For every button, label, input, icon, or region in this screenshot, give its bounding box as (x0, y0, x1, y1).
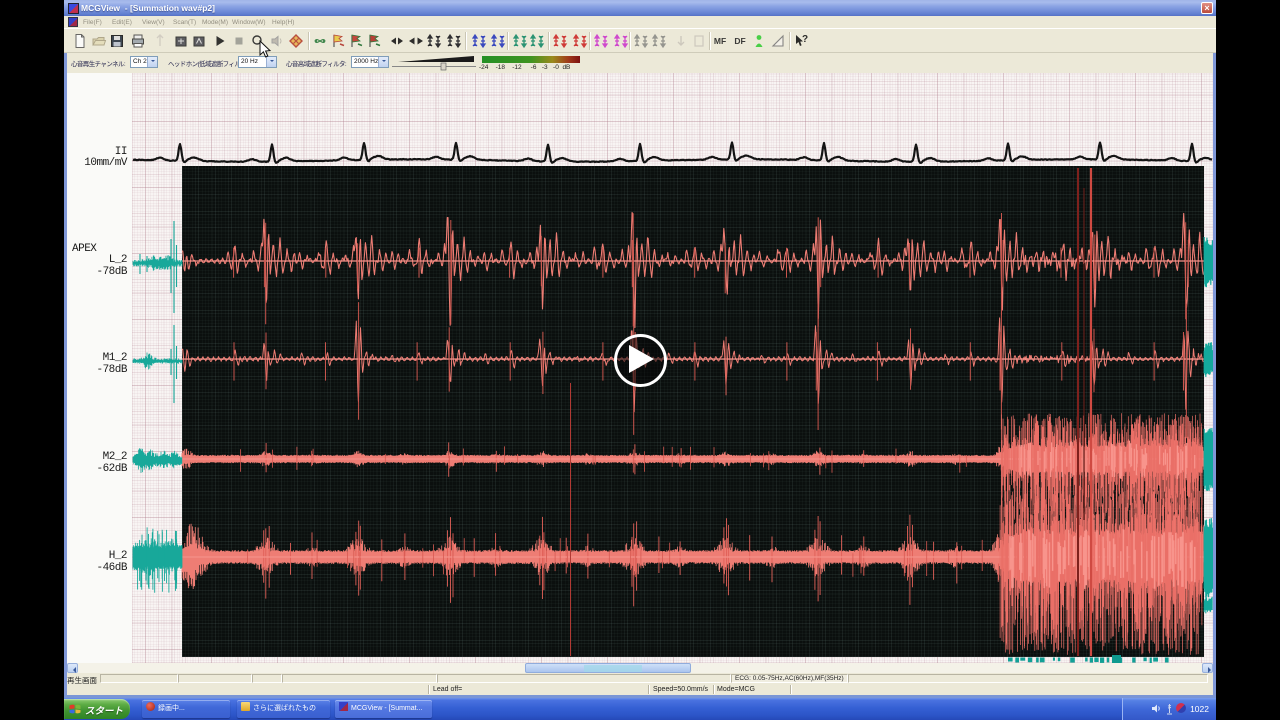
svg-text:?: ? (802, 34, 808, 45)
